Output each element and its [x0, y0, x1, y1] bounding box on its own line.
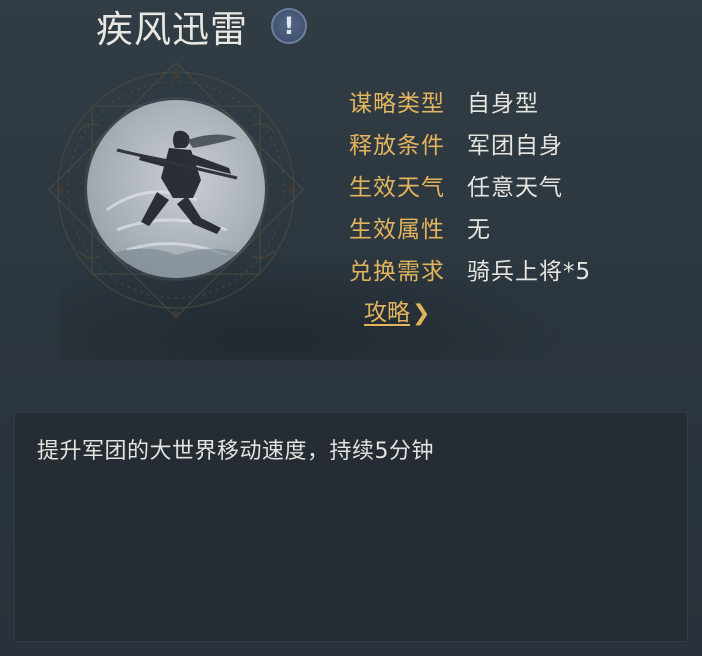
- attribute-value: 自身型: [467, 91, 539, 117]
- attribute-list: 谋略类型 自身型 释放条件 军团自身 生效天气 任意天气 生效属性 无 兑换需求…: [349, 80, 591, 290]
- attribute-label: 谋略类型: [349, 91, 445, 117]
- attribute-label: 生效属性: [349, 217, 445, 243]
- attribute-row-weather: 生效天气 任意天气: [349, 164, 591, 206]
- info-button[interactable]: !: [271, 8, 307, 44]
- attribute-value: 骑兵上将*5: [467, 259, 592, 285]
- skill-detail-page: 疾风迅雷 ! 谋略类型 自身型 释放条件 军团自身 生效天气 任意天气 生效属性…: [0, 0, 702, 656]
- attribute-row-property: 生效属性 无: [349, 206, 591, 248]
- swordsman-leaping-icon: [97, 130, 257, 278]
- attribute-value: 无: [467, 217, 491, 243]
- skill-portrait: [87, 100, 265, 278]
- strategy-link-label: 攻略: [364, 300, 410, 326]
- chevron-right-icon: ❯: [412, 301, 431, 326]
- exclamation-info-icon: !: [283, 12, 295, 40]
- attribute-row-exchange: 兑换需求 骑兵上将*5: [349, 248, 591, 290]
- description-panel: 提升军团的大世界移动速度，持续5分钟: [14, 412, 688, 642]
- attribute-label: 释放条件: [349, 133, 445, 159]
- attribute-label: 兑换需求: [349, 259, 445, 285]
- attribute-value: 任意天气: [467, 175, 563, 201]
- skill-description: 提升军团的大世界移动速度，持续5分钟: [37, 439, 434, 464]
- attribute-row-condition: 释放条件 军团自身: [349, 122, 591, 164]
- attribute-label: 生效天气: [349, 175, 445, 201]
- skill-title: 疾风迅雷: [96, 8, 248, 51]
- strategy-link[interactable]: 攻略❯: [364, 293, 430, 327]
- attribute-row-type: 谋略类型 自身型: [349, 80, 591, 122]
- attribute-value: 军团自身: [467, 133, 563, 159]
